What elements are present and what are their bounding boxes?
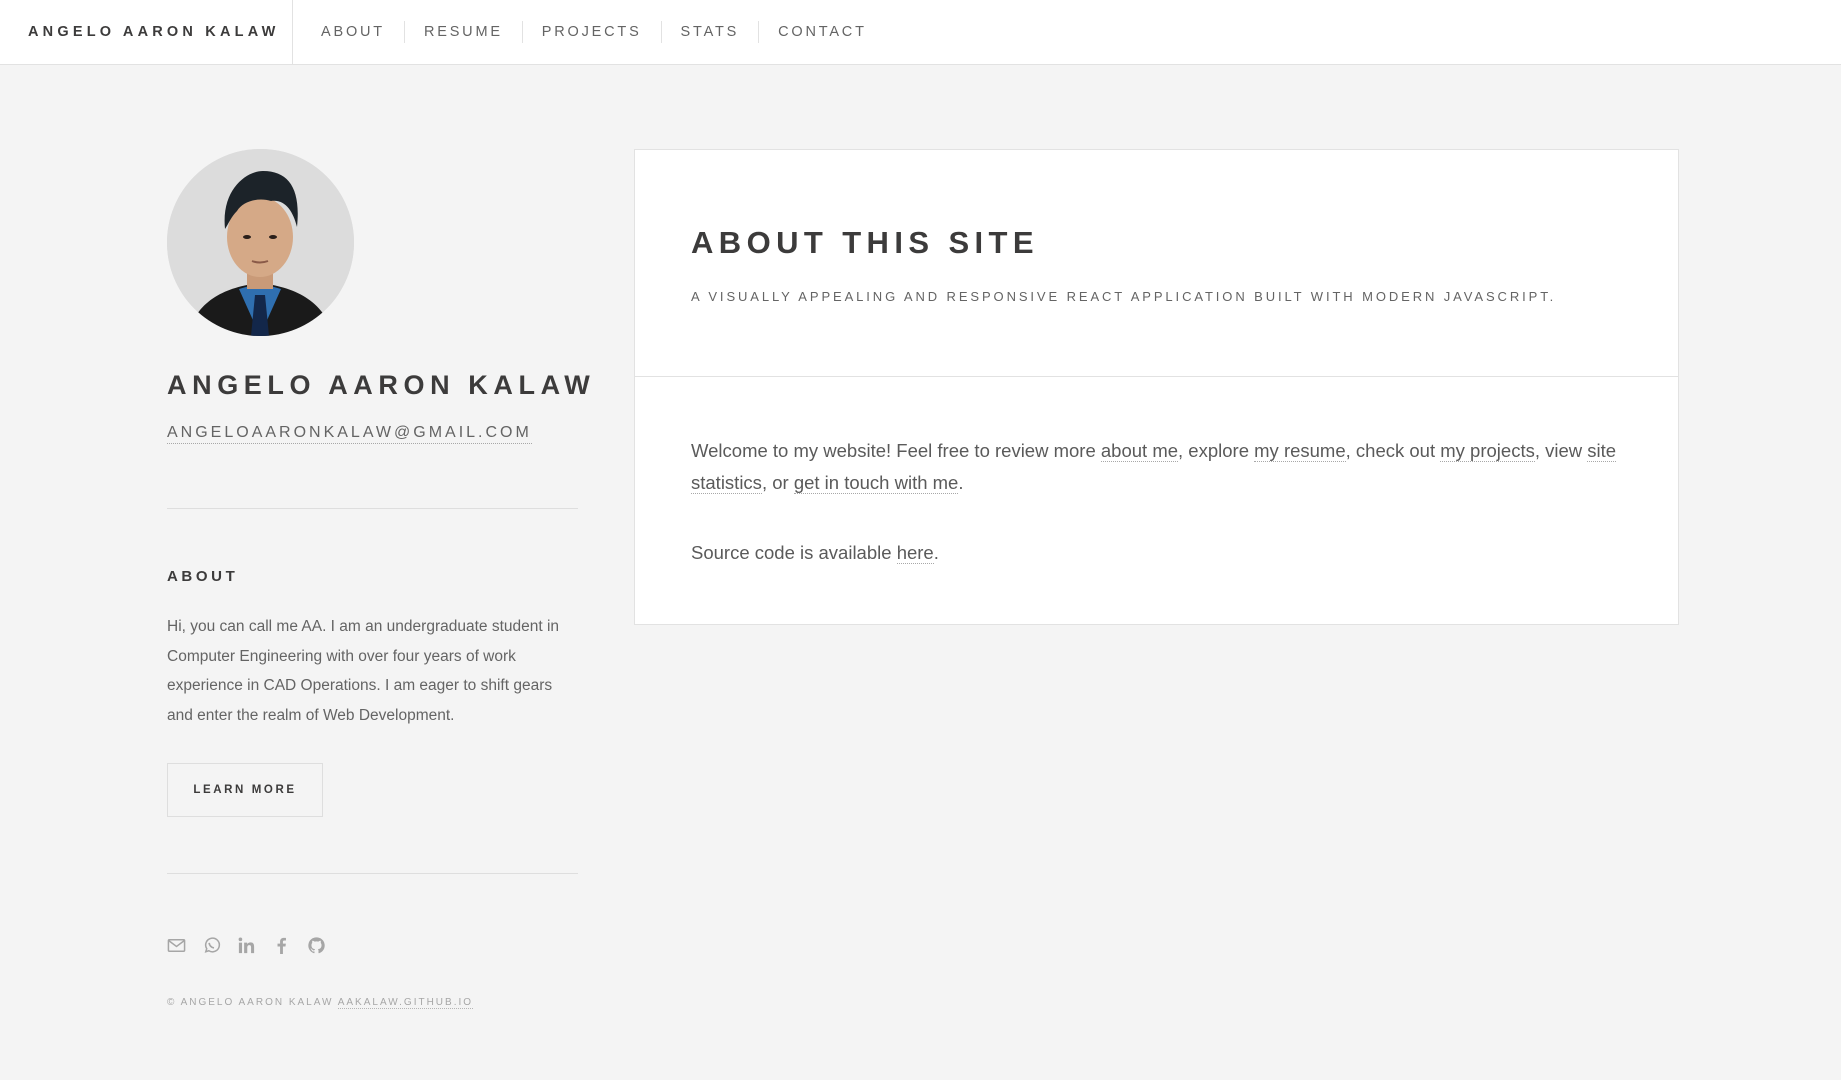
- top-header: ANGELO AARON KALAW ABOUT RESUME PROJECTS…: [0, 0, 1841, 65]
- card-header: ABOUT THIS SITE A VISUALLY APPEALING AND…: [635, 150, 1678, 377]
- text: , view: [1534, 440, 1588, 461]
- text: , explore: [1178, 440, 1255, 461]
- about-text: Hi, you can call me AA. I am an undergra…: [167, 618, 560, 724]
- nav-projects[interactable]: PROJECTS: [521, 21, 661, 43]
- text: Welcome to my website! Feel free to revi…: [691, 440, 1101, 461]
- nav-stats[interactable]: STATS: [660, 21, 759, 43]
- facebook-icon[interactable]: [272, 935, 307, 955]
- nav-about[interactable]: ABOUT: [321, 21, 404, 43]
- email-link[interactable]: ANGELOAARONKALAW@GMAIL.COM: [167, 423, 532, 444]
- projects-link[interactable]: my projects: [1440, 440, 1535, 462]
- about-site-card: ABOUT THIS SITE A VISUALLY APPEALING AND…: [634, 149, 1679, 625]
- profile-name: ANGELO AARON KALAW: [167, 370, 596, 400]
- main-nav: ABOUT RESUME PROJECTS STATS CONTACT: [293, 21, 886, 43]
- linkedin-icon[interactable]: [237, 935, 272, 955]
- copyright-text: © ANGELO AARON KALAW: [167, 997, 334, 1008]
- avatar[interactable]: [167, 149, 354, 336]
- copyright: © ANGELO AARON KALAW AAKALAW.GITHUB.IO: [167, 997, 578, 1009]
- text: .: [958, 471, 964, 493]
- nav-contact[interactable]: CONTACT: [758, 21, 886, 43]
- brand-link[interactable]: ANGELO AARON KALAW: [0, 0, 293, 65]
- social-links: [167, 935, 578, 955]
- github-icon[interactable]: [307, 935, 342, 955]
- divider: [167, 873, 578, 874]
- about-heading: ABOUT: [167, 568, 239, 585]
- page-subtitle: A VISUALLY APPEALING AND RESPONSIVE REAC…: [691, 289, 1557, 304]
- divider: [167, 508, 578, 509]
- contact-link[interactable]: get in touch with me: [793, 471, 959, 494]
- whatsapp-icon[interactable]: [202, 935, 237, 955]
- welcome-paragraph: Welcome to my website! Feel free to revi…: [691, 435, 1622, 498]
- card-body: Welcome to my website! Feel free to revi…: [635, 377, 1678, 569]
- text: Source code is available: [691, 542, 897, 563]
- avatar-portrait: [167, 149, 354, 336]
- nav-resume[interactable]: RESUME: [403, 21, 522, 43]
- text: .: [933, 542, 939, 563]
- text: , or: [761, 471, 794, 493]
- site-link[interactable]: AAKALAW.GITHUB.IO: [337, 997, 474, 1009]
- source-code-link[interactable]: here: [896, 542, 934, 564]
- sidebar: ANGELO AARON KALAW ANGELOAARONKALAW@GMAI…: [167, 149, 596, 1009]
- text: , check out: [1345, 440, 1441, 461]
- learn-more-button[interactable]: LEARN MORE: [167, 763, 323, 817]
- resume-link[interactable]: my resume: [1254, 440, 1346, 462]
- source-paragraph: Source code is available here.: [691, 537, 1622, 569]
- about-me-link[interactable]: about me: [1100, 440, 1179, 462]
- page-title: ABOUT THIS SITE: [691, 225, 1039, 260]
- mail-icon[interactable]: [167, 935, 202, 955]
